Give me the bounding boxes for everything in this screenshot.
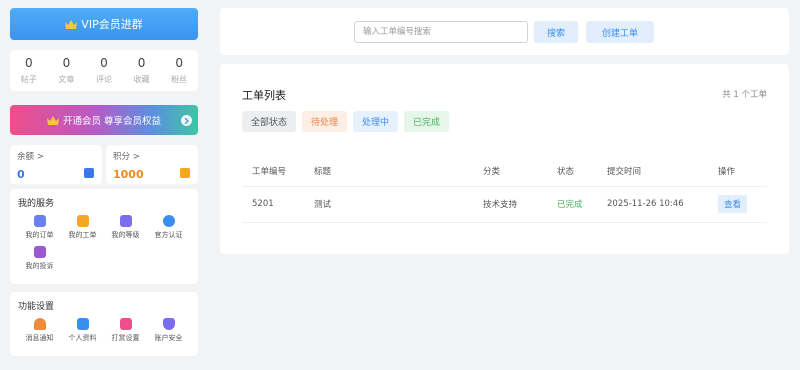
points-label: 积分 > xyxy=(113,152,140,162)
stat-label: 收藏 xyxy=(133,75,150,84)
setting-label: 账户安全 xyxy=(154,334,183,342)
level-chart-icon xyxy=(119,215,132,227)
column-header: 状态 xyxy=(547,156,597,187)
verified-icon xyxy=(162,215,175,227)
ticket-title: 测试 xyxy=(304,186,473,223)
balance-card[interactable]: 余额 > 0 xyxy=(10,145,102,184)
service-my-tickets[interactable]: 我的工单 xyxy=(61,215,104,240)
service-label: 我的等级 xyxy=(111,231,140,239)
clipboard-icon xyxy=(33,215,46,227)
stat-label: 评论 xyxy=(95,75,112,84)
ticket-icon xyxy=(76,215,89,227)
ticket-count: 共 1 个工单 xyxy=(722,90,767,100)
stat-value: 0 xyxy=(175,56,183,70)
setting-profile[interactable]: 个人资料 xyxy=(61,318,104,343)
profile-icon xyxy=(76,318,89,330)
filter-processing[interactable]: 处理中 xyxy=(353,111,399,132)
service-complaints[interactable]: 我的投诉 xyxy=(18,246,61,271)
crown-icon xyxy=(65,19,78,29)
stat-value: 0 xyxy=(62,56,71,70)
column-header: 提交时间 xyxy=(597,156,708,187)
gift-icon xyxy=(119,318,132,330)
stat-followers[interactable]: 0 粉丝 xyxy=(161,56,197,85)
crown-icon xyxy=(46,115,59,125)
stat-value: 0 xyxy=(137,56,146,70)
my-services: 我的服务 我的订单 我的工单 我的等级 官方认证 我的投诉 xyxy=(10,189,198,284)
ticket-time: 2025-11-26 10:46 xyxy=(597,186,708,223)
ticket-id: 5201 xyxy=(242,186,304,223)
view-button[interactable]: 查看 xyxy=(718,195,748,213)
column-header: 分类 xyxy=(473,156,547,187)
search-button[interactable]: 搜索 xyxy=(534,21,578,43)
vip-join-label: VIP会员进群 xyxy=(81,18,143,31)
ticket-list-panel: 工单列表 共 1 个工单 全部状态 待处理 处理中 已完成 工单编号 标题 分类… xyxy=(220,64,789,254)
ticket-table: 工单编号 标题 分类 状态 提交时间 操作 5201 测试 技术支持 已完成 2… xyxy=(242,156,767,223)
vip-join-group-button[interactable]: VIP会员进群 xyxy=(10,8,198,40)
wallet: 余额 > 0 积分 > 1000 xyxy=(10,145,198,184)
service-label: 官方认证 xyxy=(154,231,183,239)
stat-posts[interactable]: 0 帖子 xyxy=(11,56,47,85)
service-label: 我的订单 xyxy=(25,231,54,239)
ticket-action-cell: 查看 xyxy=(708,186,767,223)
setting-notifications[interactable]: 消息通知 xyxy=(18,318,61,343)
page-title: 工单列表 xyxy=(242,89,286,102)
status-filters: 全部状态 待处理 处理中 已完成 xyxy=(242,111,450,132)
stat-comments[interactable]: 0 评论 xyxy=(86,56,122,85)
service-label: 我的投诉 xyxy=(25,262,54,270)
points-card[interactable]: 积分 > 1000 xyxy=(106,145,198,184)
wallet-icon xyxy=(84,168,94,178)
stat-label: 文章 xyxy=(58,75,75,84)
open-vip-label: 开通会员 尊享会员权益 xyxy=(62,116,162,127)
search-panel: 输入工单编号搜索 搜索 创建工单 xyxy=(220,8,789,55)
setting-reward[interactable]: 打赏设置 xyxy=(104,318,147,343)
stat-value: 0 xyxy=(24,56,33,70)
stat-label: 粉丝 xyxy=(171,75,188,84)
search-input[interactable]: 输入工单编号搜索 xyxy=(354,21,528,43)
create-ticket-button[interactable]: 创建工单 xyxy=(586,21,654,43)
function-settings: 功能设置 消息通知 个人资料 打赏设置 账户安全 xyxy=(10,292,198,356)
services-title: 我的服务 xyxy=(18,199,55,209)
balance-label: 余额 > xyxy=(17,152,44,162)
filter-done[interactable]: 已完成 xyxy=(404,111,450,132)
service-my-level[interactable]: 我的等级 xyxy=(104,215,147,240)
setting-security[interactable]: 账户安全 xyxy=(147,318,190,343)
open-vip-banner[interactable]: 开通会员 尊享会员权益 xyxy=(10,105,198,135)
bell-icon xyxy=(33,318,46,330)
table-header: 工单编号 标题 分类 状态 提交时间 操作 xyxy=(242,156,767,187)
filter-all[interactable]: 全部状态 xyxy=(242,111,297,132)
column-header: 标题 xyxy=(304,156,473,187)
complaint-icon xyxy=(33,246,46,258)
column-header: 工单编号 xyxy=(242,156,304,187)
sidebar: VIP会员进群 0 帖子 0 文章 0 评论 0 收藏 0 粉丝 开通会员 尊享会员权益 … xyxy=(10,8,198,356)
coins-icon xyxy=(180,168,190,178)
column-header: 操作 xyxy=(708,156,767,187)
user-stats: 0 帖子 0 文章 0 评论 0 收藏 0 粉丝 xyxy=(10,50,198,91)
chevron-right-icon xyxy=(181,115,192,126)
shield-icon xyxy=(162,318,175,330)
settings-title: 功能设置 xyxy=(18,302,55,312)
ticket-category: 技术支持 xyxy=(473,186,547,223)
ticket-status: 已完成 xyxy=(547,186,597,223)
setting-label: 消息通知 xyxy=(25,334,54,342)
stat-articles[interactable]: 0 文章 xyxy=(48,56,84,85)
stat-value: 0 xyxy=(100,56,108,70)
setting-label: 个人资料 xyxy=(68,334,97,342)
service-my-orders[interactable]: 我的订单 xyxy=(18,215,61,240)
table-row: 5201 测试 技术支持 已完成 2025-11-26 10:46 查看 xyxy=(242,186,767,223)
service-verified[interactable]: 官方认证 xyxy=(147,215,190,240)
service-label: 我的工单 xyxy=(68,231,97,239)
filter-pending[interactable]: 待处理 xyxy=(302,111,348,132)
stat-label: 帖子 xyxy=(20,75,37,84)
stat-favorites[interactable]: 0 收藏 xyxy=(124,56,160,85)
setting-label: 打赏设置 xyxy=(111,334,140,342)
